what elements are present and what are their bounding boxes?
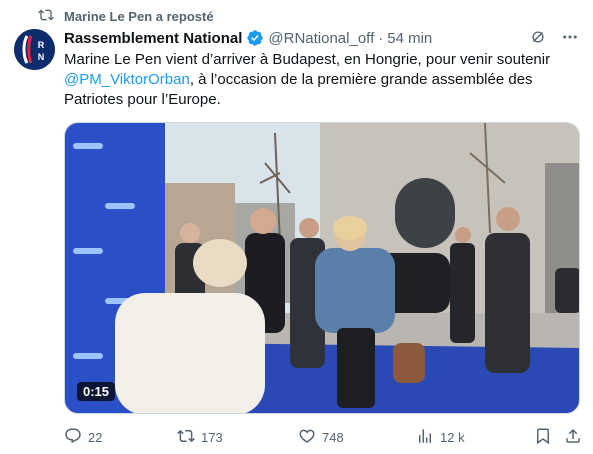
- author-handle[interactable]: @RNational_off: [268, 30, 374, 47]
- avatar-letter-r: R: [38, 40, 45, 50]
- grok-icon[interactable]: [529, 28, 547, 50]
- views-button[interactable]: 12 k: [416, 426, 465, 448]
- separator-dot: ·: [378, 29, 384, 47]
- reply-button[interactable]: 22: [64, 426, 102, 448]
- repost-action-icon: [177, 427, 195, 448]
- heart-icon: [298, 427, 316, 448]
- video-thumbnail: [65, 123, 579, 413]
- bookmark-button[interactable]: [534, 426, 552, 448]
- repost-indicator[interactable]: Marine Le Pen a reposté: [38, 7, 214, 25]
- reply-icon: [64, 427, 82, 448]
- like-button[interactable]: 748: [298, 426, 344, 448]
- repost-count: 173: [201, 429, 223, 445]
- mention-link[interactable]: @PM_ViktorOrban: [64, 71, 190, 88]
- views-count: 12 k: [440, 429, 465, 445]
- more-options-icon[interactable]: [561, 28, 579, 50]
- action-bar: 22 173 748 12 k: [64, 426, 584, 448]
- avatar[interactable]: R N: [14, 29, 55, 70]
- verified-badge-icon[interactable]: [246, 29, 264, 47]
- video-player[interactable]: 0:15: [64, 122, 580, 414]
- tweet-text: Marine Le Pen vient d’arriver à Budapest…: [64, 50, 574, 110]
- repost-label: Marine Le Pen a reposté: [64, 8, 214, 24]
- share-icon: [564, 427, 582, 448]
- timestamp[interactable]: 54 min: [387, 30, 432, 47]
- views-chart-icon: [416, 427, 434, 448]
- share-button[interactable]: [564, 426, 582, 448]
- tweet-header: Rassemblement National @RNational_off · …: [64, 28, 579, 48]
- repost-button[interactable]: 173: [177, 426, 223, 448]
- repost-icon: [38, 7, 54, 26]
- video-duration: 0:15: [77, 382, 116, 401]
- reply-count: 22: [88, 429, 103, 445]
- avatar-letter-n: N: [38, 52, 45, 62]
- like-count: 748: [322, 429, 344, 445]
- tweet-text-before: Marine Le Pen vient d’arriver à Budapest…: [64, 51, 551, 68]
- bookmark-icon: [534, 427, 552, 448]
- author-name[interactable]: Rassemblement National: [64, 30, 242, 47]
